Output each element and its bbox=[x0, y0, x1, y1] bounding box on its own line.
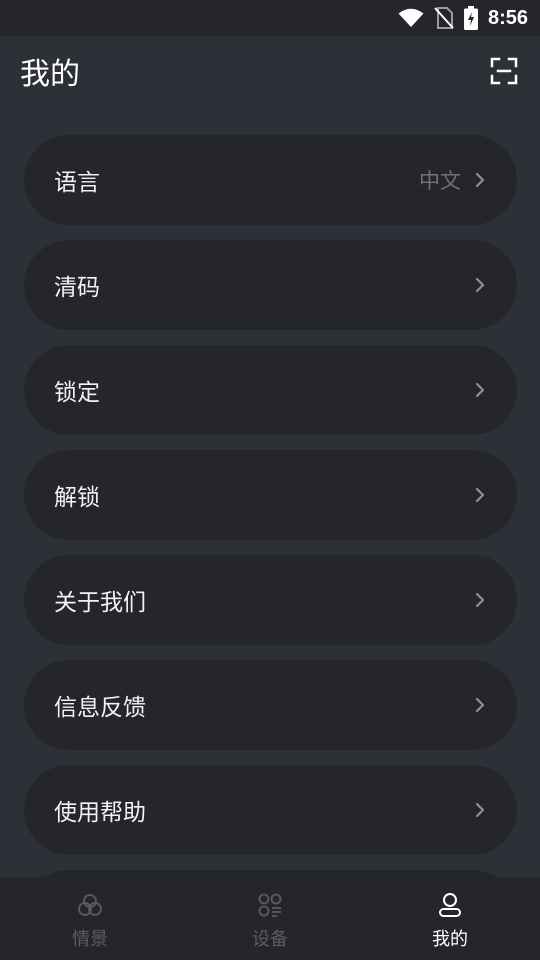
language-value: 中文 bbox=[419, 169, 461, 193]
menu-item-label: 信息反馈 bbox=[54, 695, 146, 721]
header: 我的 bbox=[0, 36, 540, 106]
screen: 8:56 我的 语言 中文 清码 锁定 解锁 关于我们 信息反馈 使用帮助 情景… bbox=[0, 0, 540, 960]
scan-icon[interactable] bbox=[490, 57, 518, 85]
nav-item-devices[interactable]: 设备 bbox=[180, 877, 360, 960]
page-title: 我的 bbox=[20, 57, 80, 92]
menu-item-clear-code[interactable]: 清码 bbox=[24, 240, 517, 330]
chevron-right-icon bbox=[475, 592, 485, 608]
profile-icon bbox=[439, 892, 461, 917]
menu-item-language[interactable]: 语言 中文 bbox=[24, 135, 517, 225]
devices-icon bbox=[258, 893, 282, 917]
menu-item-label: 关于我们 bbox=[54, 590, 146, 616]
scene-icon bbox=[78, 893, 102, 916]
menu-item-about-us[interactable]: 关于我们 bbox=[24, 555, 517, 645]
status-time: 8:56 bbox=[487, 6, 528, 29]
chevron-right-icon bbox=[475, 487, 485, 503]
chevron-right-icon bbox=[475, 697, 485, 713]
menu-item-label: 语言 bbox=[54, 170, 100, 196]
nav-label-scene: 情景 bbox=[72, 928, 108, 950]
status-bar: 8:56 bbox=[0, 0, 540, 36]
menu-item-unlock[interactable]: 解锁 bbox=[24, 450, 517, 540]
no-sim-icon bbox=[434, 7, 454, 29]
menu-item-label: 解锁 bbox=[54, 485, 100, 511]
chevron-right-icon bbox=[475, 802, 485, 818]
menu-item-help[interactable]: 使用帮助 bbox=[24, 765, 517, 855]
menu-item-label: 锁定 bbox=[54, 380, 100, 406]
menu-item-label: 使用帮助 bbox=[54, 800, 146, 826]
nav-item-profile[interactable]: 我的 bbox=[360, 877, 540, 960]
menu-item-lock[interactable]: 锁定 bbox=[24, 345, 517, 435]
menu-item-feedback[interactable]: 信息反馈 bbox=[24, 660, 517, 750]
bottom-nav: 情景 设备 我的 bbox=[0, 877, 540, 960]
chevron-right-icon bbox=[475, 277, 485, 293]
wifi-icon bbox=[398, 8, 424, 27]
nav-label-devices: 设备 bbox=[252, 928, 288, 950]
battery-charging-icon bbox=[463, 6, 478, 30]
nav-label-profile: 我的 bbox=[432, 928, 468, 950]
menu-list: 语言 中文 清码 锁定 解锁 关于我们 信息反馈 使用帮助 bbox=[24, 135, 517, 960]
nav-item-scene[interactable]: 情景 bbox=[0, 877, 180, 960]
chevron-right-icon bbox=[475, 172, 485, 188]
chevron-right-icon bbox=[475, 382, 485, 398]
menu-item-label: 清码 bbox=[54, 275, 100, 301]
